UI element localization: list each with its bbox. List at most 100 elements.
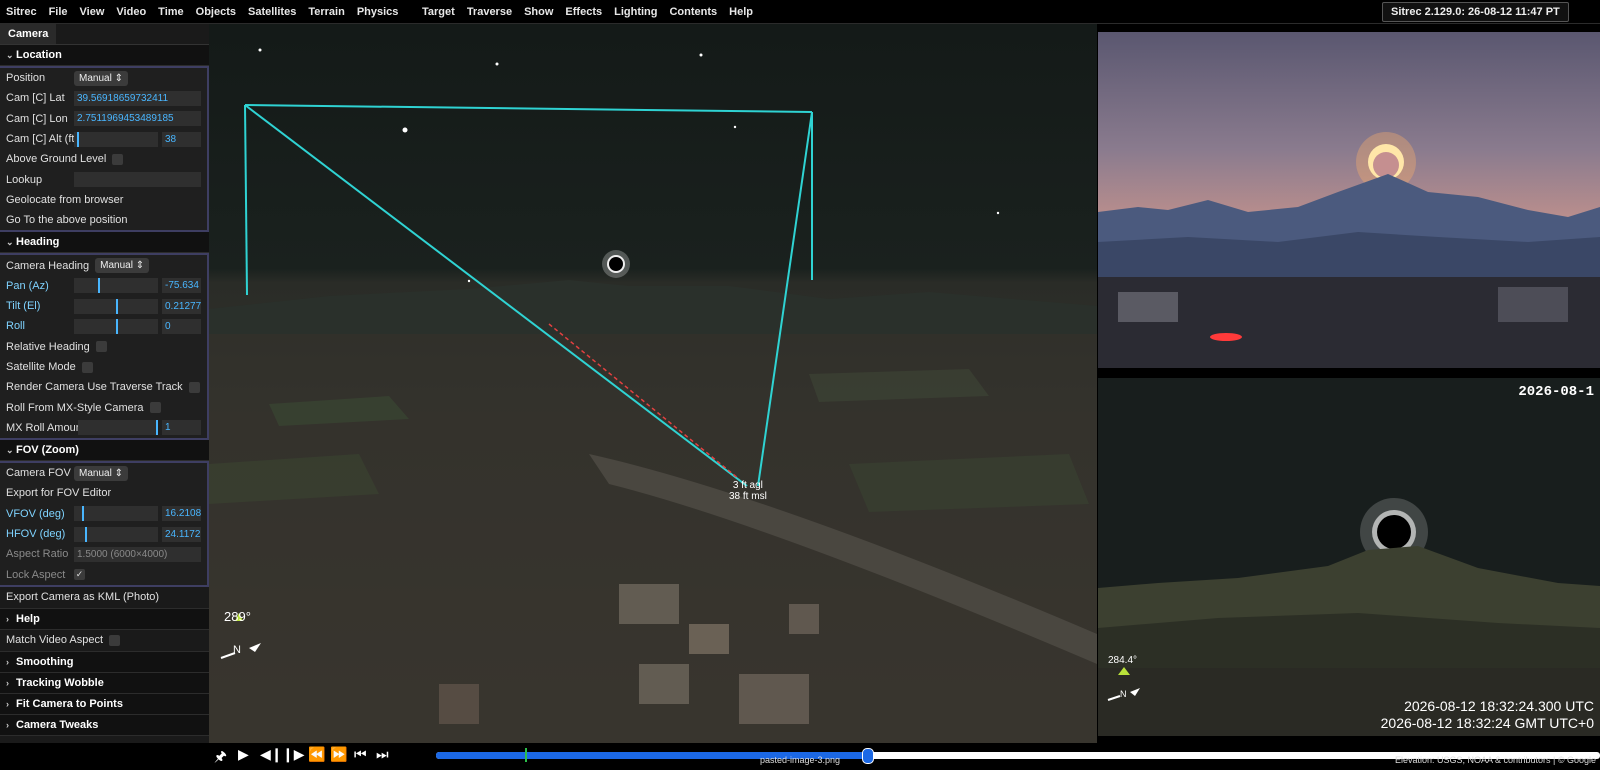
pan-input[interactable]: -75.634 <box>162 278 201 294</box>
aspect-row: Aspect Ratio 1.5000 (6000×4000) <box>0 544 207 564</box>
rewind-icon[interactable]: ⏪ <box>308 746 325 763</box>
satellite-mode-label: Satellite Mode <box>6 361 76 373</box>
hfov-slider[interactable] <box>74 526 158 542</box>
match-video-aspect-row: Match Video Aspect <box>0 629 209 652</box>
menu-terrain[interactable]: Terrain <box>302 6 350 18</box>
mx-roll-slider[interactable] <box>78 420 158 436</box>
satellite-mode-checkbox[interactable] <box>81 361 93 373</box>
menu-show[interactable]: Show <box>518 6 559 18</box>
menu-traverse[interactable]: Traverse <box>461 6 518 18</box>
position-value: Manual <box>79 72 112 84</box>
mx-roll-input[interactable]: 1 <box>162 420 201 436</box>
lon-row: Cam [C] Lon 2.7511969453489185 <box>0 109 207 129</box>
location-section: Position Manual ⇕ Cam [C] Lat 39.5691865… <box>0 66 209 233</box>
alt-input[interactable]: 38 <box>162 131 201 147</box>
compass-heading: 289° <box>224 609 251 624</box>
play-icon[interactable]: ▶ <box>238 746 249 763</box>
lookview-time-gmt: 2026-08-12 18:32:24 GMT UTC+0 <box>1380 715 1594 731</box>
menu-contents[interactable]: Contents <box>663 6 723 18</box>
look-view[interactable]: 284.4° N 2026-08-1 2026-08-12 18:32:24.3… <box>1098 378 1600 736</box>
menu-video[interactable]: Video <box>110 6 152 18</box>
pan-slider[interactable] <box>74 278 158 294</box>
video-frame[interactable] <box>1098 32 1600 368</box>
menu-view[interactable]: View <box>74 6 111 18</box>
render-traverse-row: Render Camera Use Traverse Track <box>0 377 207 397</box>
menu-time[interactable]: Time <box>152 6 189 18</box>
camera-heading-row: Camera Heading Manual ⇕ <box>0 255 207 275</box>
lon-input[interactable]: 2.7511969453489185 <box>74 111 201 127</box>
menu-file[interactable]: File <box>43 6 74 18</box>
folder-smoothing[interactable]: › Smoothing <box>0 651 209 673</box>
chevron-right-icon: › <box>6 656 9 667</box>
menu-help[interactable]: Help <box>723 6 759 18</box>
export-fov-button[interactable]: Export for FOV Editor <box>0 483 207 503</box>
menu-objects[interactable]: Objects <box>190 6 242 18</box>
roll-mx-checkbox[interactable] <box>149 402 161 414</box>
above-ground-row: Above Ground Level <box>0 149 207 169</box>
camera-fov-select[interactable]: Manual ⇕ <box>74 465 128 481</box>
tab-camera[interactable]: Camera <box>0 24 57 44</box>
chevron-down-icon: ⌄ <box>6 445 14 456</box>
render-traverse-label: Render Camera Use Traverse Track <box>6 381 183 394</box>
moon-disk <box>1373 152 1399 178</box>
menu-effects[interactable]: Effects <box>559 6 608 18</box>
folder-fit-camera-title: Fit Camera to Points <box>16 697 123 710</box>
lat-row: Cam [C] Lat 39.56918659732411 <box>0 88 207 108</box>
lock-aspect-label: Lock Aspect <box>6 568 66 581</box>
compass-north-label: N <box>233 644 241 656</box>
scene-svg <box>209 48 1097 743</box>
moon-disk <box>1377 515 1411 549</box>
above-ground-checkbox[interactable] <box>112 153 124 165</box>
menu-sitrec[interactable]: Sitrec <box>0 6 43 18</box>
altitude-label: 3 ft agl 38 ft msl <box>729 480 767 502</box>
step-back-icon[interactable]: ◀❙ <box>260 746 283 763</box>
folder-help[interactable]: › Help <box>0 608 209 630</box>
alt-label: Cam [C] Alt (ft) <box>6 133 79 146</box>
folder-camera-tweaks[interactable]: › Camera Tweaks <box>0 714 209 736</box>
hfov-input[interactable]: 24.1172 <box>162 526 201 542</box>
skip-start-icon[interactable]: ⏮ <box>354 746 367 763</box>
roll-mx-label: Roll From MX-Style Camera <box>6 401 144 414</box>
folder-fov[interactable]: ⌄ FOV (Zoom) <box>0 440 209 462</box>
lock-aspect-checkbox[interactable]: ✓ <box>74 569 85 581</box>
above-ground-label: Above Ground Level <box>6 153 107 166</box>
fast-forward-icon[interactable]: ⏩ <box>330 746 347 763</box>
vfov-input[interactable]: 16.2108 <box>162 506 201 522</box>
menu-bar: Sitrec File View Video Time Objects Sate… <box>0 0 1600 24</box>
lookup-input[interactable] <box>74 172 201 188</box>
roll-slider[interactable] <box>74 318 158 334</box>
goto-position-button[interactable]: Go To the above position <box>0 210 207 230</box>
folder-location[interactable]: ⌄ Location <box>0 45 209 66</box>
timeline-knob[interactable] <box>861 748 874 764</box>
export-fov-label: Export for FOV Editor <box>6 487 112 500</box>
tilt-slider[interactable] <box>74 298 158 314</box>
folder-location-title: Location <box>16 49 62 61</box>
position-select[interactable]: Manual ⇕ <box>74 70 128 86</box>
skip-end-icon[interactable]: ⏭ <box>376 746 389 763</box>
lookview-time-utc: 2026-08-12 18:32:24.300 UTC <box>1404 698 1594 714</box>
folder-heading[interactable]: ⌄ Heading <box>0 232 209 254</box>
lookview-compass-heading: 284.4° <box>1108 655 1138 666</box>
alt-slider[interactable] <box>74 131 158 147</box>
menu-lighting[interactable]: Lighting <box>608 6 663 18</box>
folder-tracking-wobble[interactable]: › Tracking Wobble <box>0 672 209 694</box>
geolocate-button[interactable]: Geolocate from browser <box>0 190 207 210</box>
match-video-aspect-checkbox[interactable] <box>109 634 121 646</box>
vfov-slider[interactable] <box>74 506 158 522</box>
camera-heading-select[interactable]: Manual ⇕ <box>95 258 150 274</box>
pin-icon[interactable]: 🖈 <box>214 746 227 770</box>
render-traverse-checkbox[interactable] <box>188 381 200 393</box>
relative-heading-checkbox[interactable] <box>95 341 107 353</box>
menu-target[interactable]: Target <box>416 6 461 18</box>
menu-physics[interactable]: Physics <box>351 6 405 18</box>
roll-input[interactable]: 0 <box>162 318 201 334</box>
menu-satellites[interactable]: Satellites <box>242 6 302 18</box>
folder-fit-camera[interactable]: › Fit Camera to Points <box>0 693 209 715</box>
step-forward-icon[interactable]: ❙▶ <box>282 746 305 763</box>
main-3d-view[interactable]: 289° N 3 ft agl 38 ft msl <box>209 24 1097 743</box>
distant-ridge <box>209 280 1097 334</box>
export-kml-button[interactable]: Export Camera as KML (Photo) <box>0 586 209 609</box>
tilt-input[interactable]: 0.21277 <box>162 298 201 314</box>
menu-group-right: Target Traverse Show Effects Lighting Co… <box>416 0 759 23</box>
lat-input[interactable]: 39.56918659732411 <box>74 90 201 106</box>
